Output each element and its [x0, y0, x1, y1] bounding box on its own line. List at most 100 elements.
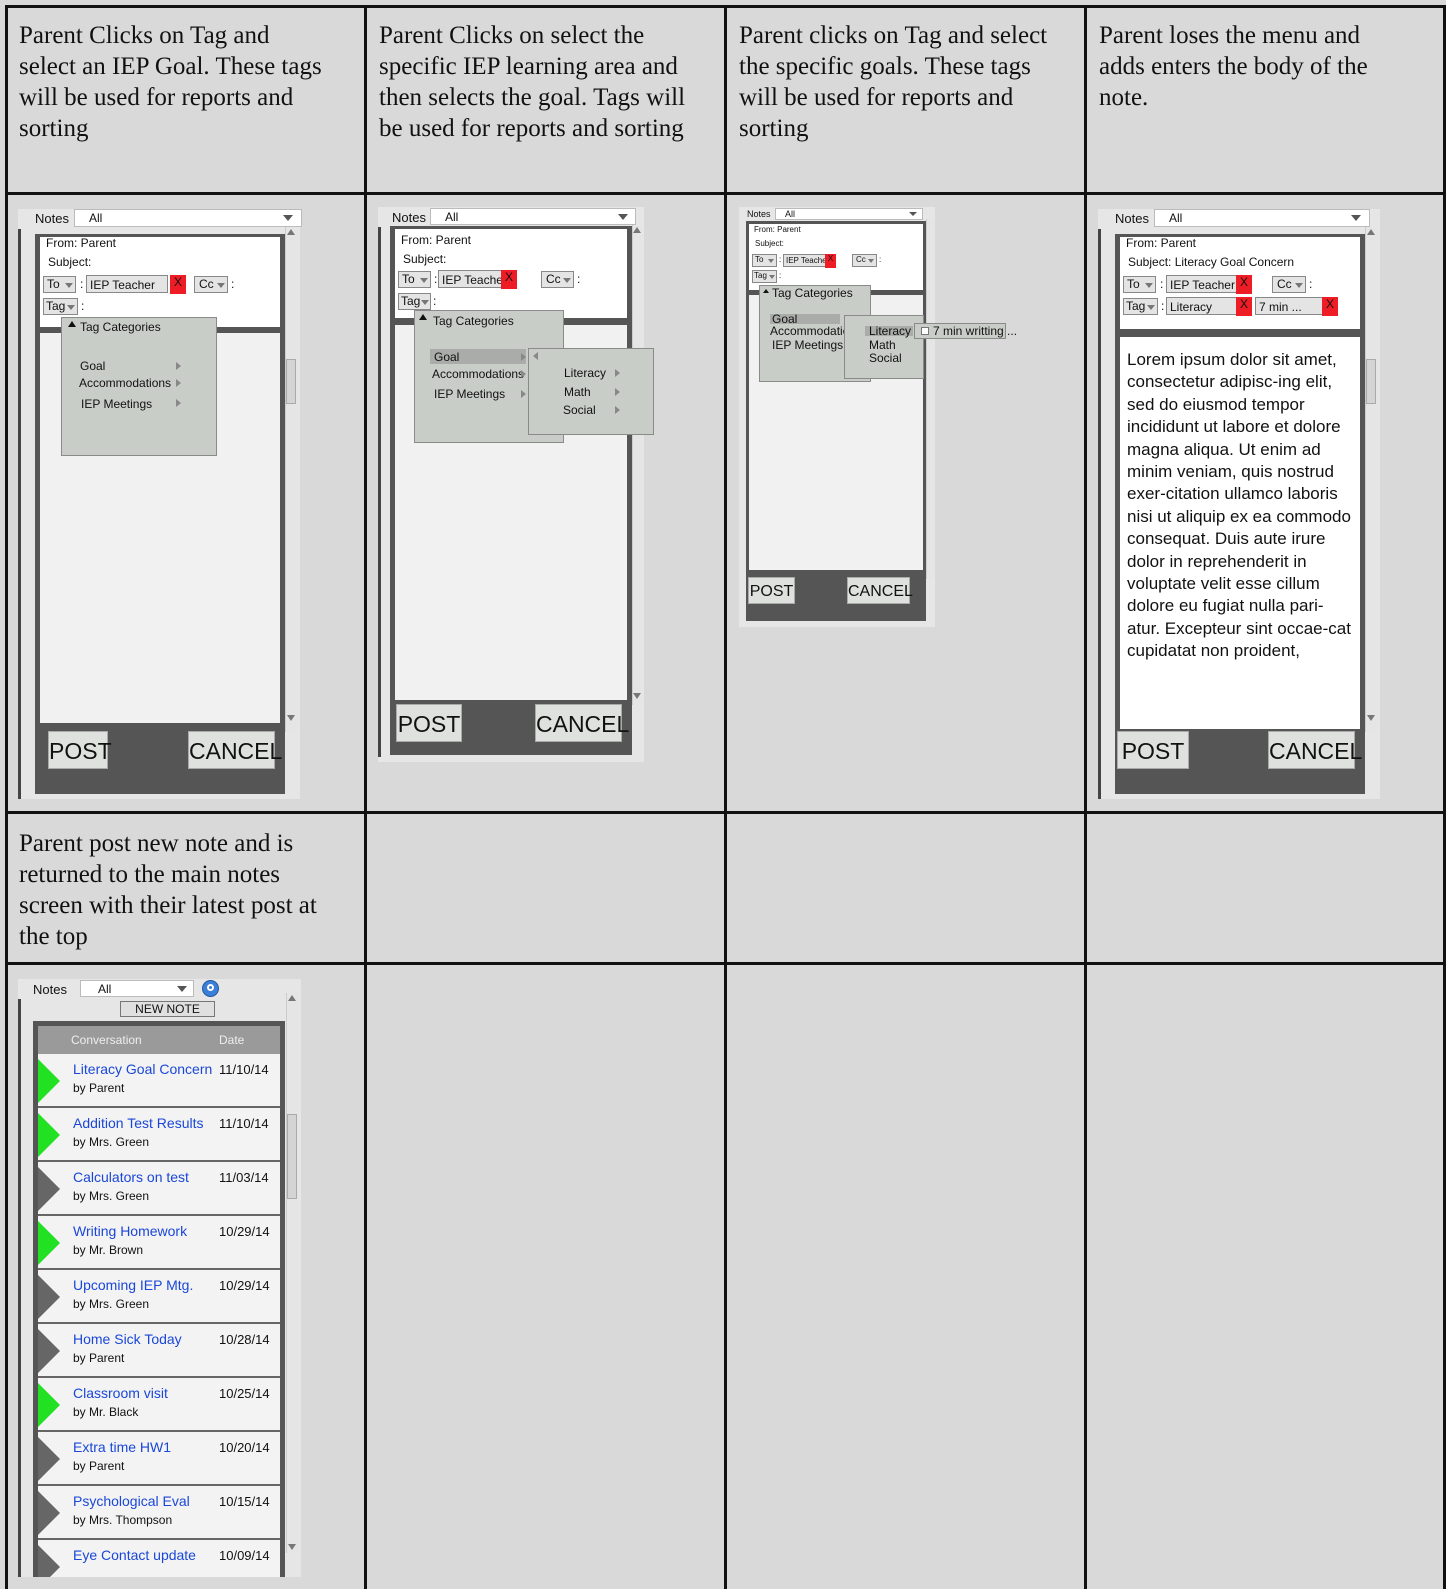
menu-item-iep-meetings[interactable]: IEP Meetings	[81, 397, 152, 411]
notes-filter-select[interactable]: All	[775, 208, 923, 220]
conversation-row[interactable]: Extra time HW1 by Parent 10/20/14	[38, 1432, 280, 1486]
menu-item-accommodations[interactable]: Accommodations	[79, 376, 171, 390]
to-dropdown[interactable]: To	[43, 276, 76, 293]
tag-dropdown[interactable]: Tag	[398, 293, 431, 310]
conversation-row[interactable]: Calculators on test by Mrs. Green 11/03/14	[38, 1162, 280, 1216]
scroll-down-icon[interactable]	[287, 715, 295, 721]
chevron-down-icon	[420, 278, 428, 283]
scroll-thumb[interactable]	[287, 1114, 297, 1199]
new-note-button[interactable]: NEW NOTE	[120, 1001, 215, 1017]
chevron-down-icon	[618, 214, 628, 220]
cancel-button[interactable]: CANCEL	[535, 704, 629, 742]
scroll-up-icon[interactable]	[287, 229, 295, 235]
conversation-title-link[interactable]: Psychological Eval	[73, 1493, 190, 1509]
conversation-title-link[interactable]: Calculators on test	[73, 1169, 189, 1185]
remove-tag-button[interactable]: X	[1236, 297, 1252, 316]
conversation-title-link[interactable]: Addition Test Results	[73, 1115, 203, 1131]
cancel-button[interactable]: CANCEL	[1268, 731, 1362, 769]
notes-filter-select[interactable]: All	[80, 980, 194, 997]
menu-item-goal[interactable]: Goal	[772, 313, 797, 325]
collapse-icon[interactable]	[763, 289, 769, 293]
conversation-title-link[interactable]: Writing Homework	[73, 1223, 187, 1239]
to-dropdown[interactable]: To	[398, 271, 431, 288]
submenu-item-literacy[interactable]: Literacy	[564, 366, 606, 380]
scroll-down-icon[interactable]	[288, 1544, 296, 1550]
notes-filter-select[interactable]: All	[74, 209, 302, 227]
remove-recipient-button[interactable]: X	[501, 270, 517, 289]
conversation-title-link[interactable]: Classroom visit	[73, 1385, 168, 1401]
column-header-conversation[interactable]: Conversation	[71, 1033, 142, 1047]
cc-dropdown[interactable]: Cc	[541, 271, 574, 288]
scrollbar[interactable]	[1365, 227, 1377, 732]
menu-item-accommodations[interactable]: Accommodations	[432, 367, 524, 381]
tag-dropdown[interactable]: Tag	[43, 298, 78, 315]
submenu-item-math[interactable]: Math	[564, 385, 591, 399]
remove-recipient-button[interactable]: X	[1236, 275, 1252, 294]
conversation-title-link[interactable]: Upcoming IEP Mtg.	[73, 1277, 193, 1293]
conversation-title-link[interactable]: Home Sick Today	[73, 1331, 182, 1347]
menu-item-iep-meetings[interactable]: IEP Meetings	[772, 339, 843, 351]
conversation-row[interactable]: Writing Homework by Mr. Brown 10/29/14	[38, 1216, 280, 1270]
conversation-title-link[interactable]: Eye Contact update	[73, 1547, 196, 1563]
tag-dropdown[interactable]: Tag	[752, 270, 777, 283]
scroll-up-icon[interactable]	[633, 227, 641, 233]
conversation-row[interactable]: Upcoming IEP Mtg. by Mrs. Green 10/29/14	[38, 1270, 280, 1324]
conversation-row[interactable]: Home Sick Today by Parent 10/28/14	[38, 1324, 280, 1378]
scroll-down-icon[interactable]	[633, 693, 641, 699]
menu-item-iep-meetings[interactable]: IEP Meetings	[434, 387, 505, 401]
cc-dropdown[interactable]: Cc	[194, 276, 228, 293]
remove-recipient-button[interactable]: X	[825, 254, 836, 268]
subject-field[interactable]: Subject: Literacy Goal Concern	[1128, 255, 1294, 269]
cc-dropdown[interactable]: Cc	[852, 254, 877, 267]
column-header-date[interactable]: Date	[219, 1033, 244, 1047]
scrollbar[interactable]	[286, 993, 298, 1553]
to-dropdown[interactable]: To	[752, 254, 777, 267]
cancel-button[interactable]: CANCEL	[847, 577, 913, 604]
remove-recipient-button[interactable]: X	[170, 275, 186, 294]
scroll-thumb[interactable]	[1366, 359, 1376, 404]
read-message-marker-icon	[38, 1545, 60, 1577]
conversation-row[interactable]: Addition Test Results by Mrs. Green 11/10/…	[38, 1108, 280, 1162]
conversation-row[interactable]: Eye Contact update 10/09/14	[38, 1540, 280, 1577]
post-button[interactable]: POST	[748, 577, 795, 604]
scroll-up-icon[interactable]	[288, 995, 296, 1001]
goal-item-7-min-writing[interactable]: 7 min writting ...	[933, 325, 1017, 337]
notes-label: Notes	[392, 210, 426, 225]
menu-item-goal[interactable]: Goal	[80, 359, 105, 373]
goal-checkbox[interactable]	[921, 327, 929, 335]
cc-dropdown[interactable]: Cc	[1272, 276, 1306, 293]
conversation-row[interactable]: Literacy Goal Concern by Parent 11/10/14	[38, 1054, 280, 1108]
scroll-thumb[interactable]	[286, 359, 296, 404]
from-label: From: Parent	[754, 225, 801, 234]
cancel-button[interactable]: CANCEL	[188, 731, 282, 769]
conversation-row[interactable]: Classroom visit by Mr. Black 10/25/14	[38, 1378, 280, 1432]
collapse-icon[interactable]	[68, 321, 76, 327]
submenu-item-social[interactable]: Social	[869, 352, 902, 364]
chevron-down-icon	[283, 215, 293, 221]
filter-value: All	[785, 209, 796, 219]
magnifier-icon[interactable]	[202, 980, 219, 997]
conversation-title-link[interactable]: Extra time HW1	[73, 1439, 171, 1455]
post-button[interactable]: POST	[396, 704, 462, 742]
scrollbar[interactable]	[926, 219, 934, 579]
menu-item-goal[interactable]: Goal	[434, 350, 459, 364]
conversation-title-link[interactable]: Literacy Goal Concern	[73, 1061, 212, 1077]
to-dropdown[interactable]: To	[1123, 276, 1156, 293]
post-button[interactable]: POST	[1117, 731, 1189, 769]
scrollbar[interactable]	[632, 225, 642, 705]
tag-dropdown[interactable]: Tag	[1123, 298, 1158, 315]
collapse-icon[interactable]	[419, 314, 427, 320]
back-arrow-icon[interactable]	[533, 352, 538, 360]
step-5-caption: Parent post new note and is returned to …	[19, 830, 317, 950]
notes-filter-select[interactable]: All	[1154, 209, 1370, 227]
scrollbar[interactable]	[285, 227, 297, 732]
notes-filter-select[interactable]: All	[430, 208, 636, 225]
post-button[interactable]: POST	[48, 731, 112, 769]
scroll-down-icon[interactable]	[1367, 715, 1375, 721]
submenu-item-math[interactable]: Math	[869, 339, 896, 351]
remove-goal-tag-button[interactable]: X	[1322, 297, 1338, 316]
submenu-item-literacy[interactable]: Literacy	[869, 325, 911, 337]
submenu-item-social[interactable]: Social	[563, 403, 596, 417]
scroll-up-icon[interactable]	[1367, 229, 1375, 235]
conversation-row[interactable]: Psychological Eval by Mrs. Thompson 10/15/…	[38, 1486, 280, 1540]
